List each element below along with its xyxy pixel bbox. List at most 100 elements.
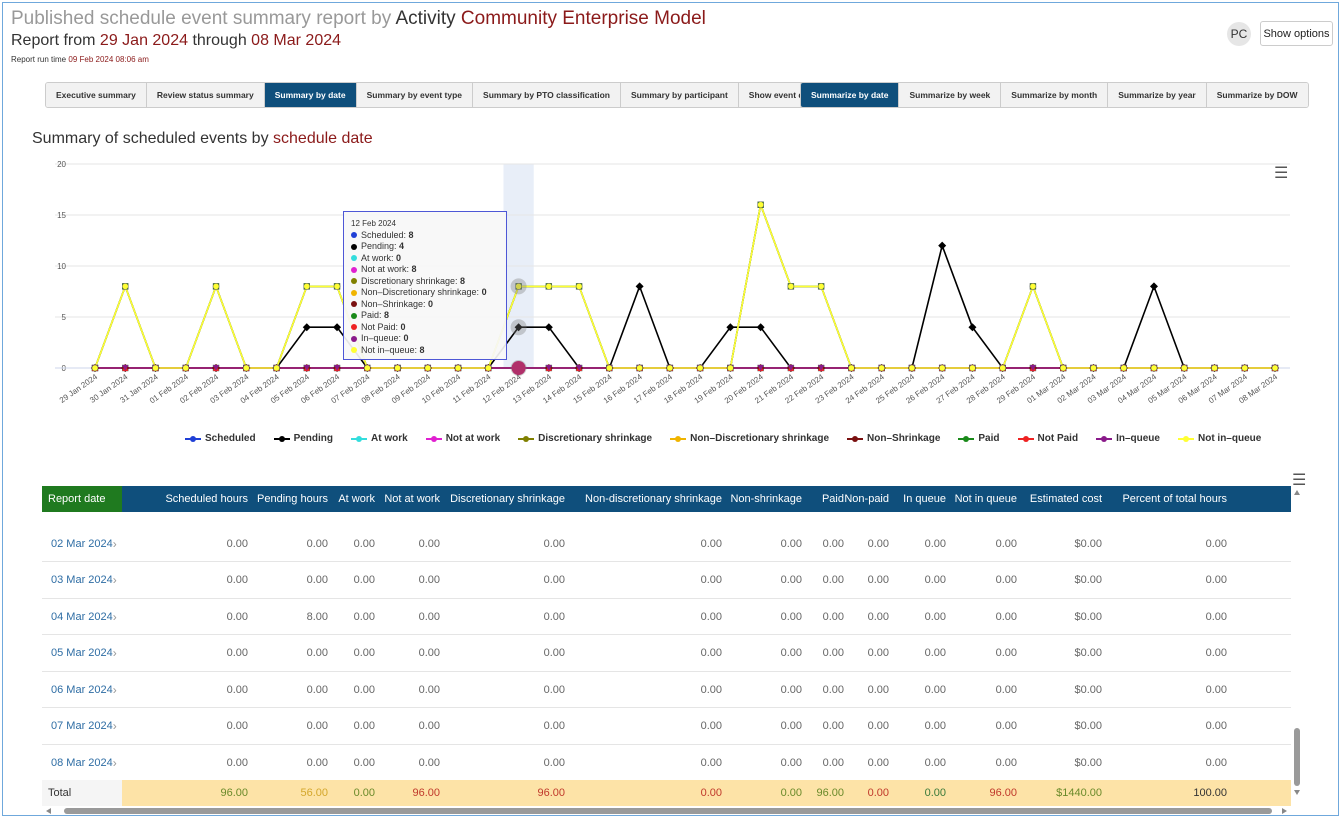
table-cell: 0.00 bbox=[924, 720, 946, 732]
table-row[interactable]: 03 Mar 2024 › 0.00 0.00 0.00 0.00 0.00 0.00 0.00… bbox=[42, 563, 1291, 599]
column-header-estimated-cost[interactable]: Estimated cost bbox=[1021, 486, 1106, 512]
table-row[interactable]: 06 Mar 2024 › 0.00 0.00 0.00 0.00 0.00 0.00 0.00… bbox=[42, 672, 1291, 708]
column-header-report-date[interactable]: Report date bbox=[42, 486, 122, 512]
tab-executive-summary[interactable]: Executive summary bbox=[46, 83, 147, 107]
table-cell: 0.00 bbox=[418, 610, 440, 623]
point-not-in-queue bbox=[908, 364, 916, 372]
legend-item-non-discretionary-shrinkage[interactable]: Non–Discretionary shrinkage bbox=[670, 433, 829, 444]
tab-summarize-by-date[interactable]: Summarize by date bbox=[801, 83, 900, 107]
row-date-link[interactable]: 08 Mar 2024 bbox=[51, 757, 113, 769]
horizontal-scrollbar[interactable] bbox=[42, 806, 1291, 816]
row-date-cell[interactable]: 05 Mar 2024 › bbox=[42, 636, 122, 671]
legend-item-at-work[interactable]: At work bbox=[351, 433, 408, 444]
row-date-cell[interactable]: 03 Mar 2024 › bbox=[42, 563, 122, 598]
table-cell: 0.00 bbox=[700, 756, 722, 769]
legend-item-paid[interactable]: Paid bbox=[958, 433, 1000, 444]
row-date-link[interactable]: 02 Mar 2024 bbox=[51, 538, 113, 550]
table-cell: 0.00 bbox=[418, 756, 440, 769]
column-header-not-in-queue[interactable]: Not in queue bbox=[950, 486, 1021, 512]
point-not-in-queue bbox=[485, 364, 492, 372]
series-line-pending bbox=[95, 242, 1275, 369]
point-not-in-queue bbox=[122, 283, 129, 290]
vertical-scrollbar[interactable] bbox=[1292, 486, 1302, 807]
column-header-at-work[interactable]: At work bbox=[332, 486, 379, 512]
chart-menu-icon[interactable]: ☰ bbox=[1274, 166, 1288, 182]
legend-item-in-queue[interactable]: In–queue bbox=[1096, 433, 1160, 444]
tab-summary-by-event-type[interactable]: Summary by event type bbox=[356, 83, 474, 107]
tab-summary-by-date[interactable]: Summary by date bbox=[264, 83, 357, 107]
table-row[interactable]: 07 Mar 2024 › 0.00 0.00 0.00 0.00 0.00 0.00 0.00… bbox=[42, 709, 1291, 745]
row-date-link[interactable]: 03 Mar 2024 bbox=[51, 574, 113, 586]
tooltip-value: 0 bbox=[403, 333, 409, 343]
row-date-cell[interactable]: 04 Mar 2024 › bbox=[42, 599, 122, 634]
tooltip-label: Non–Shrinkage: bbox=[361, 298, 429, 309]
column-header-percent-of-total-hours[interactable]: Percent of total hours bbox=[1106, 486, 1231, 512]
tab-summarize-by-month[interactable]: Summarize by month bbox=[1001, 83, 1109, 107]
legend-item-not-paid[interactable]: Not Paid bbox=[1017, 433, 1078, 444]
legend-item-pending[interactable]: Pending bbox=[273, 433, 334, 444]
row-date-cell[interactable]: 02 Mar 2024 › bbox=[42, 526, 122, 561]
tooltip-item: Non–Shrinkage: 0 bbox=[351, 299, 499, 311]
avatar[interactable]: PC bbox=[1227, 22, 1251, 46]
column-header-non-shrinkage[interactable]: Non-shrinkage bbox=[726, 486, 806, 512]
column-header-scheduled-hours[interactable]: Scheduled hours bbox=[122, 486, 252, 512]
point-not-in-queue bbox=[727, 364, 734, 372]
table-cell: 0.00 bbox=[822, 756, 844, 769]
row-date-link[interactable]: 04 Mar 2024 bbox=[51, 611, 113, 623]
table-row[interactable]: 02 Mar 2024 › 0.00 0.00 0.00 0.00 0.00 0.00 0.00… bbox=[42, 526, 1291, 562]
table-cell: 0.00 bbox=[867, 574, 889, 586]
tab-summary-by-participant[interactable]: Summary by participant bbox=[620, 83, 739, 107]
row-date-cell[interactable]: 08 Mar 2024 › bbox=[42, 745, 122, 780]
report-title: Published schedule event summary report … bbox=[11, 8, 706, 29]
table-cell: $0.00 bbox=[1074, 683, 1102, 696]
column-header-discretionary-shrinkage[interactable]: Discretionary shrinkage bbox=[444, 486, 569, 512]
column-header-non-discretionary-shrinkage[interactable]: Non-discretionary shrinkage bbox=[569, 486, 726, 512]
column-header-in-queue[interactable]: In queue bbox=[893, 486, 950, 512]
table-cell: 0.00 bbox=[353, 537, 375, 550]
tab-summarize-by-week[interactable]: Summarize by week bbox=[899, 83, 1002, 107]
data-table: Report date Scheduled hours Pending hours A… bbox=[42, 486, 1291, 807]
row-date-cell[interactable]: 07 Mar 2024 › bbox=[42, 709, 122, 744]
point-not-in-queue bbox=[636, 364, 643, 372]
table-cell: 0.00 bbox=[822, 610, 844, 623]
legend-item-non-shrinkage[interactable]: Non–Shrinkage bbox=[847, 433, 940, 444]
tab-summary-by-pto-classification[interactable]: Summary by PTO classification bbox=[473, 83, 621, 107]
show-options-button[interactable]: Show options bbox=[1260, 21, 1333, 46]
table-cell: 0.00 bbox=[543, 720, 565, 732]
legend-item-not-in-queue[interactable]: Not in–queue bbox=[1177, 433, 1261, 444]
tooltip-dot-icon bbox=[351, 324, 357, 331]
tooltip-dot-icon bbox=[351, 243, 357, 250]
table-cell: 0.00 bbox=[780, 537, 802, 550]
tab-summarize-by-dow[interactable]: Summarize by DOW bbox=[1206, 83, 1308, 107]
legend-item-scheduled[interactable]: Scheduled bbox=[185, 433, 256, 444]
column-header-non-paid[interactable]: Non-paid bbox=[844, 486, 893, 512]
tooltip-label: In–queue: bbox=[361, 333, 404, 343]
tab-summarize-by-year[interactable]: Summarize by year bbox=[1108, 83, 1207, 107]
total-cell: 96.00 bbox=[537, 787, 565, 799]
tooltip-value: 0 bbox=[396, 252, 402, 263]
row-date-link[interactable]: 06 Mar 2024 bbox=[51, 684, 113, 696]
point-not-in-queue bbox=[545, 283, 553, 290]
row-date-link[interactable]: 07 Mar 2024 bbox=[51, 720, 113, 732]
table-row[interactable]: 05 Mar 2024 › 0.00 0.00 0.00 0.00 0.00 0.00 0.00… bbox=[42, 636, 1291, 672]
row-date-link[interactable]: 05 Mar 2024 bbox=[51, 647, 113, 659]
table-row[interactable]: 08 Mar 2024 › 0.00 0.00 0.00 0.00 0.00 0.00 0.00… bbox=[42, 745, 1291, 781]
legend-symbol-icon bbox=[351, 435, 368, 442]
column-header-paid[interactable]: Paid bbox=[806, 486, 848, 512]
row-date-cell[interactable]: 06 Mar 2024 › bbox=[42, 672, 122, 707]
legend-symbol-icon bbox=[847, 435, 864, 442]
table-cell: 0.00 bbox=[418, 537, 440, 550]
legend-symbol-icon bbox=[518, 435, 535, 442]
table-cell: 0.00 bbox=[1205, 756, 1227, 769]
table-cell: 0.00 bbox=[924, 537, 946, 550]
column-header-pending-hours[interactable]: Pending hours bbox=[252, 486, 332, 512]
legend-item-discretionary-shrinkage[interactable]: Discretionary shrinkage bbox=[518, 433, 652, 444]
legend-item-not-at-work[interactable]: Not at work bbox=[425, 433, 500, 444]
column-header-not-at-work[interactable]: Not at work bbox=[379, 486, 444, 512]
table-cell: 0.00 bbox=[924, 574, 946, 586]
tab-review-status-summary[interactable]: Review status summary bbox=[146, 83, 265, 107]
legend-label: Pending bbox=[293, 433, 334, 444]
total-cell: 96.00 bbox=[989, 787, 1017, 799]
table-row[interactable]: 04 Mar 2024 › 0.00 8.00 0.00 0.00 0.00 0.00 0.00… bbox=[42, 599, 1291, 635]
table-cell: 0.00 bbox=[822, 537, 844, 550]
